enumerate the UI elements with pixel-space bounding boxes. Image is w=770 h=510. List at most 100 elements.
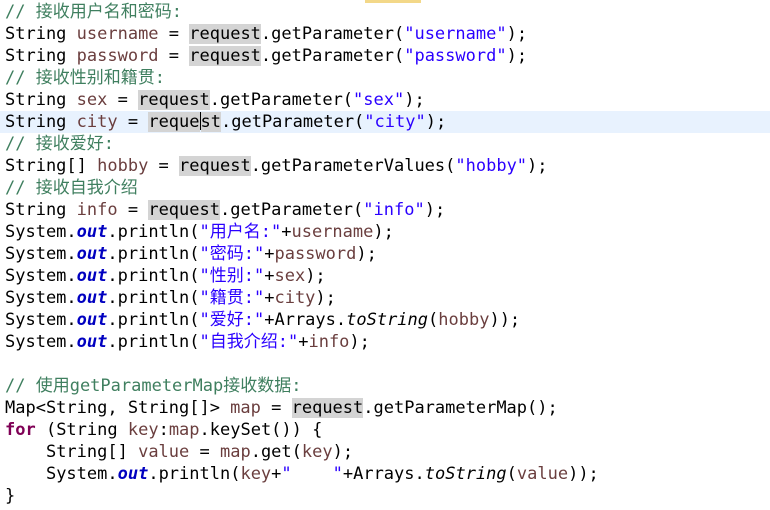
code-line-8: String[] hobby = request.getParameterVal…: [5, 155, 548, 177]
variable: value: [138, 442, 190, 462]
keyword: for: [5, 420, 36, 440]
string-literal: "性别:": [199, 266, 265, 286]
variable: sex: [76, 90, 108, 110]
operator: =: [117, 200, 149, 220]
type: String[]: [5, 156, 98, 176]
type: Map<String, String[]>: [5, 398, 231, 418]
operator: +: [264, 266, 275, 286]
method-call: .getParameter(: [219, 200, 364, 220]
operator: +: [281, 222, 292, 242]
punctuation: );: [506, 46, 528, 66]
comment: // 接收性别和籍贯:: [5, 68, 165, 88]
code-line-13: System.out.println("性别:"+sex);: [5, 265, 326, 287]
code-line-2: String username = request.getParameter("…: [5, 23, 527, 45]
class-ref: System.: [5, 288, 77, 308]
code-line-1: // 接收用户名和密码:: [5, 1, 182, 23]
type: String: [5, 24, 77, 44]
punctuation: );: [373, 222, 394, 242]
string-literal: "city": [364, 112, 426, 132]
method-call: .getParameter(: [260, 46, 405, 66]
code-editor[interactable]: // 接收用户名和密码: String username = request.g…: [0, 0, 770, 510]
request-occurrence: request: [189, 24, 261, 44]
operator: +: [264, 244, 275, 264]
operator: +: [271, 464, 282, 484]
variable: map: [168, 420, 200, 440]
request-occurrence: request: [189, 46, 261, 66]
code-line-3: String password = request.getParameter("…: [5, 45, 527, 67]
type: String: [5, 90, 77, 110]
request-occurrence: request: [291, 398, 364, 418]
operator: +: [264, 288, 275, 308]
operator: =: [158, 24, 190, 44]
method-call: .getParameter(: [260, 24, 405, 44]
variable: key: [127, 420, 159, 440]
operator: +: [264, 310, 275, 330]
comment: // 使用getParameterMap接收数据:: [5, 376, 302, 396]
comment: // 接收自我介绍: [5, 178, 138, 198]
operator: =: [107, 90, 139, 110]
variable: password: [274, 244, 357, 264]
operator: =: [260, 398, 292, 418]
class-ref: System.: [5, 332, 77, 352]
operator: =: [148, 156, 180, 176]
string-literal: "username": [404, 24, 507, 44]
code-line-14: System.out.println("籍贯:"+city);: [5, 287, 336, 309]
method-call: .getParameterMap();: [363, 398, 558, 418]
variable: info: [76, 200, 118, 220]
string-literal: "sex": [353, 90, 405, 110]
code-line-16: System.out.println("自我介绍:"+info);: [5, 331, 370, 353]
punctuation: );: [425, 112, 447, 132]
class-ref: Arrays.: [353, 464, 425, 484]
code-line-15: System.out.println("爱好:"+Arrays.toString…: [5, 309, 520, 331]
code-line-7: // 接收爱好:: [5, 133, 114, 155]
code-line-21: String[] value = map.get(key);: [5, 441, 353, 463]
request-occurrence-b: st: [200, 112, 221, 132]
type: String: [5, 46, 77, 66]
operator: +: [298, 332, 309, 352]
editor-tab-hint: [365, 0, 421, 3]
static-method: toString: [424, 464, 507, 484]
code-line-4: // 接收性别和籍贯:: [5, 67, 165, 89]
variable: key: [301, 442, 333, 462]
operator: =: [189, 442, 220, 462]
punctuation: );: [315, 288, 336, 308]
punctuation: );: [356, 244, 377, 264]
string-literal: "password": [404, 46, 507, 66]
class-ref: System.: [5, 244, 77, 264]
static-field: out: [76, 332, 108, 352]
class-ref: System.: [45, 464, 118, 484]
code-line-6-current[interactable]: String city = request.getParameter("city…: [0, 111, 770, 133]
type: (String: [35, 420, 128, 440]
string-literal: "用户名:": [199, 222, 282, 242]
method-call: .get(: [250, 442, 302, 462]
static-field: out: [76, 244, 108, 264]
punctuation: );: [305, 266, 326, 286]
operator: =: [158, 46, 190, 66]
variable: map: [219, 442, 251, 462]
punctuation: );: [349, 332, 370, 352]
method-call: .println(: [107, 332, 200, 352]
method-call: .getParameter(: [221, 112, 365, 132]
method-call: .getParameterValues(: [250, 156, 456, 176]
class-ref: System.: [5, 310, 77, 330]
variable: city: [274, 288, 316, 308]
variable: info: [308, 332, 350, 352]
string-literal: "hobby": [455, 156, 528, 176]
punctuation: ));: [568, 464, 599, 484]
variable: city: [76, 112, 118, 132]
type: String[]: [45, 442, 139, 462]
variable: map: [230, 398, 261, 418]
variable: value: [516, 464, 569, 484]
comment: // 接收爱好:: [5, 134, 114, 154]
method-call: .println(: [107, 288, 200, 308]
punctuation: :: [158, 420, 169, 440]
static-field: out: [117, 464, 149, 484]
method-call: .keySet()) {: [199, 420, 323, 440]
punctuation: ));: [489, 310, 521, 330]
code-line-12: System.out.println("密码:"+password);: [5, 243, 377, 265]
string-literal: " ": [281, 464, 343, 484]
method-call: .println(: [148, 464, 241, 484]
operator: +: [342, 464, 354, 484]
static-field: out: [76, 266, 108, 286]
